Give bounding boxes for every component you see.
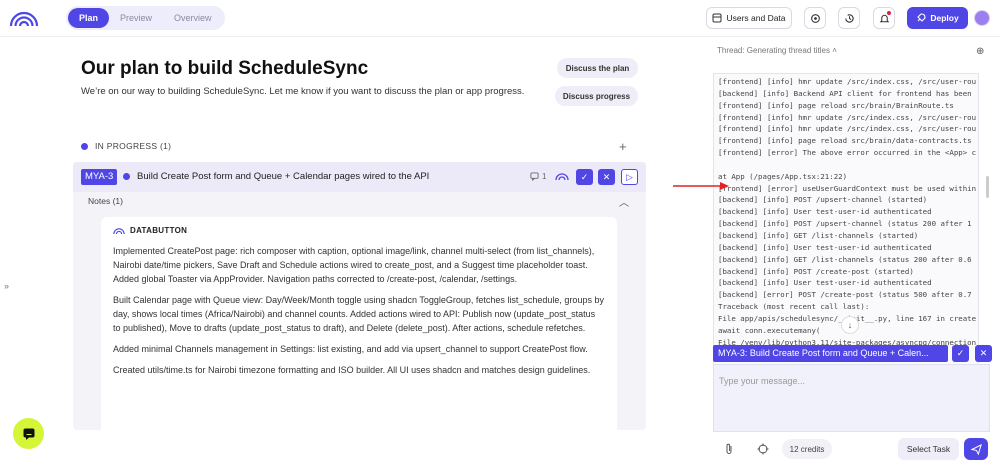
tab-overview[interactable]: Overview (163, 8, 223, 28)
notes-label: Notes (1) (88, 196, 123, 206)
comment-count-label: 1 (542, 172, 547, 181)
history-icon (844, 13, 854, 23)
reject-task-button[interactable]: ✕ (598, 169, 615, 185)
selected-task-chip[interactable]: MYA-3: Build Create Post form and Queue … (713, 345, 948, 362)
message-input[interactable] (719, 376, 984, 386)
tab-preview[interactable]: Preview (109, 8, 163, 28)
notification-dot (887, 11, 891, 15)
target-button[interactable] (751, 439, 775, 459)
confirm-task-button[interactable]: ✓ (952, 345, 969, 362)
support-chat-button[interactable] (13, 418, 44, 449)
send-icon (970, 443, 982, 455)
chevron-up-icon: ˄ (832, 46, 837, 55)
message-box (713, 364, 990, 432)
close-icon: ✕ (979, 348, 988, 358)
log-line: [frontend] [info] hmr update /src/index.… (718, 124, 977, 134)
section-label: IN PROGRESS (1) (95, 141, 172, 151)
avatar[interactable] (974, 10, 990, 26)
new-thread-icon[interactable]: ⊕ (976, 46, 984, 57)
page-title: Our plan to build ScheduleSync (81, 58, 369, 79)
note-paragraph: Built Calendar page with Queue view: Day… (113, 295, 604, 333)
note-paragraph: Implemented CreatePost page: rich compos… (113, 246, 595, 284)
attach-button[interactable] (717, 439, 741, 459)
send-button[interactable] (964, 438, 988, 460)
log-line: [backend] [info] User test-user-id authe… (718, 207, 932, 217)
discuss-progress-button[interactable]: Discuss progress (555, 86, 638, 106)
credits-badge: 12 credits (782, 439, 832, 459)
log-line: [frontend] [error] The above error occur… (718, 148, 977, 158)
notifications-button[interactable] (873, 7, 895, 29)
scrollbar[interactable] (986, 176, 989, 198)
annotation-arrow-icon (673, 182, 729, 190)
users-and-data-button[interactable]: Users and Data (706, 7, 792, 29)
task-title: Build Create Post form and Queue + Calen… (137, 171, 430, 182)
comment-count[interactable]: 1 (530, 172, 546, 181)
note-author-label: DATABUTTON (130, 226, 188, 235)
task-card: MYA-3 Build Create Post form and Queue +… (73, 162, 646, 437)
thread-title: Thread: Generating thread titles (717, 46, 830, 55)
play-icon: ▷ (626, 171, 633, 182)
comment-icon (530, 172, 539, 181)
status-dot (81, 142, 88, 150)
expand-sidebar-icon[interactable]: » (4, 281, 9, 291)
settings-button[interactable] (804, 7, 826, 29)
deploy-button[interactable]: Deploy (907, 7, 968, 29)
page-subtitle: We’re on our way to building ScheduleSyn… (81, 86, 525, 97)
log-line: [backend] [info] Backend API client for … (718, 88, 972, 98)
check-icon: ✓ (956, 348, 965, 358)
log-line: [frontend] [info] hmr update /src/index.… (718, 77, 977, 86)
log-line: [backend] [info] POST /upsert-channel (s… (718, 195, 928, 205)
log-line: [backend] [info] User test-user-id authe… (718, 278, 932, 288)
chevron-up-icon[interactable]: ︿ (619, 194, 629, 209)
tab-plan[interactable]: Plan (68, 8, 110, 28)
arrow-down-icon: ↓ (847, 320, 853, 330)
databutton-logo-icon[interactable] (9, 9, 39, 27)
log-line: [frontend] [info] page reload src/brain/… (718, 100, 954, 110)
log-line: Traceback (most recent call last): (718, 302, 870, 312)
note-paragraph: Created utils/time.ts for Nairobi timezo… (113, 365, 591, 375)
databutton-logo-icon (113, 227, 125, 234)
log-line: [frontend] [info] page reload src/brain/… (718, 136, 972, 146)
deploy-label: Deploy (930, 13, 959, 23)
in-progress-header: IN PROGRESS (1) (81, 141, 171, 151)
paperclip-icon (726, 443, 732, 454)
add-task-icon[interactable]: + (619, 139, 627, 154)
log-line: [backend] [info] GET /list-channels (sta… (718, 230, 919, 240)
rocket-icon (917, 13, 926, 22)
chat-panel: Thread: Generating thread titles ˄ ⊕ [fr… (697, 37, 1000, 463)
log-line: [backend] [info] GET /list-channels (sta… (718, 254, 972, 264)
databutton-agent-icon (555, 173, 569, 181)
note-box: DATABUTTON Implemented CreatePost page: … (101, 217, 617, 437)
view-tabs: Plan Preview Overview (66, 6, 225, 30)
log-line: [backend] [info] POST /create-post (star… (718, 266, 914, 276)
users-and-data-label: Users and Data (726, 13, 786, 23)
task-row[interactable]: MYA-3 Build Create Post form and Queue +… (73, 162, 646, 192)
log-line: [backend] [error] POST /create-post (sta… (718, 290, 972, 300)
chat-bubble-icon (23, 428, 34, 440)
remove-task-button[interactable]: ✕ (975, 345, 992, 362)
check-icon: ✓ (580, 171, 589, 182)
select-task-button[interactable]: Select Task (898, 438, 959, 460)
log-line: [frontend] [info] hmr update /src/index.… (718, 112, 977, 122)
note-paragraph: Added minimal Channels management in Set… (113, 344, 588, 354)
history-button[interactable] (838, 7, 860, 29)
discuss-plan-button[interactable]: Discuss the plan (557, 58, 638, 78)
crosshair-icon (757, 443, 769, 455)
task-id-badge: MYA-3 (81, 169, 118, 185)
scroll-down-button[interactable]: ↓ (841, 316, 859, 334)
log-line: [frontend] [error] useUserGuardContext m… (718, 183, 977, 193)
thread-selector[interactable]: Thread: Generating thread titles ˄ (717, 46, 837, 55)
task-status-dot (123, 173, 130, 180)
database-icon (712, 13, 722, 23)
top-bar: Plan Preview Overview Users and Data Dep… (0, 0, 1000, 37)
log-line: [backend] [info] POST /upsert-channel (s… (718, 219, 972, 229)
gear-icon (810, 13, 820, 23)
approve-task-button[interactable]: ✓ (576, 169, 593, 185)
note-author: DATABUTTON (113, 226, 605, 235)
close-icon: ✕ (602, 171, 611, 182)
run-task-button[interactable]: ▷ (621, 169, 638, 185)
log-line: [backend] [info] User test-user-id authe… (718, 242, 932, 252)
log-line: at App (/pages/App.tsx:21:22) (718, 171, 848, 181)
